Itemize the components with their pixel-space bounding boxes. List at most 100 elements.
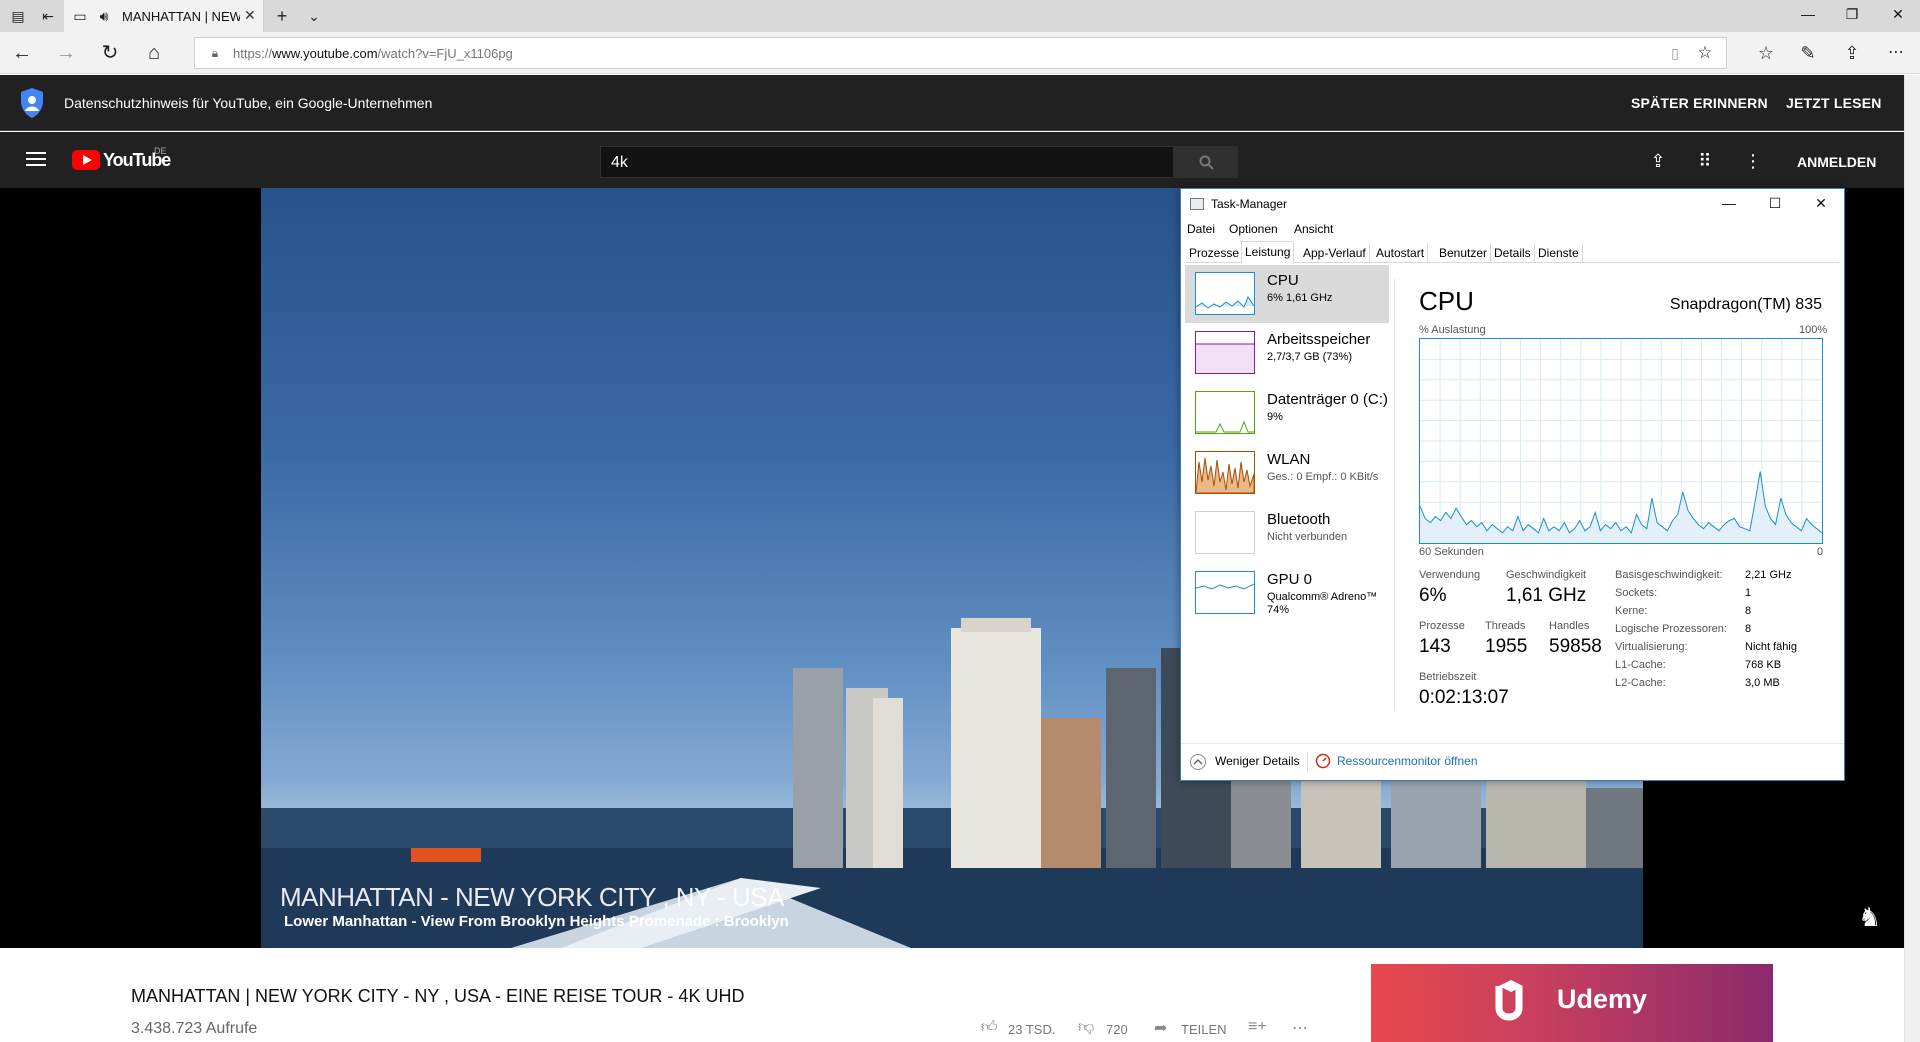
tab-prozesse[interactable]: Prozesse [1186, 243, 1244, 263]
video-overlay-subtitle: Lower Manhattan - View From Brooklyn Hei… [284, 913, 789, 930]
threads-label: Threads [1485, 620, 1526, 632]
resource-name: Arbeitsspeicher [1267, 331, 1371, 348]
upload-icon[interactable]: ⇪ [1647, 150, 1669, 172]
tm-maximize-icon[interactable]: ☐ [1763, 193, 1787, 213]
resource-monitor-link[interactable]: Ressourcenmonitor öffnen [1337, 754, 1478, 768]
cpu-history-svg [1419, 339, 1823, 543]
favorite-star-icon[interactable]: ☆ [1695, 43, 1715, 63]
resource-sub: 2,7/3,7 GB (73%) [1267, 351, 1352, 363]
resource-sub: 6% 1,61 GHz [1267, 292, 1333, 304]
close-tab-icon[interactable]: ✕ [244, 7, 256, 24]
new-tab-icon[interactable]: + [272, 6, 292, 26]
menu-icon[interactable] [26, 152, 46, 166]
minimize-icon[interactable]: — [1794, 6, 1822, 26]
resource-memory[interactable]: Arbeitsspeicher 2,7/3,7 GB (73%) [1185, 324, 1389, 382]
audio-playing-icon[interactable]: 🔊︎ [94, 6, 114, 26]
less-details-button[interactable]: Weniger Details [1215, 754, 1299, 768]
read-now-button[interactable]: JETZT LESEN [1786, 95, 1882, 111]
cpu-thumbnail [1195, 272, 1255, 315]
back-icon[interactable]: ← [10, 41, 34, 65]
resource-wlan[interactable]: WLAN Ges.: 0 Empf.: 0 KBit/s [1185, 444, 1389, 502]
tm-minimize-icon[interactable]: — [1717, 193, 1741, 213]
resource-name: GPU 0 [1267, 571, 1313, 588]
search-button[interactable] [1174, 146, 1238, 178]
handles-value: 59858 [1549, 636, 1602, 657]
chevron-up-circle-icon[interactable] [1189, 753, 1207, 771]
max-label: 100% [1799, 324, 1828, 336]
resource-disk[interactable]: Datenträger 0 (C:) 9% [1185, 384, 1389, 442]
tab-manager-icon[interactable]: ▤ [8, 6, 28, 26]
page-scrollbar[interactable] [1904, 75, 1920, 1042]
like-icon[interactable]: 👍︎ [981, 1018, 998, 1037]
channel-watermark-icon[interactable]: ♞ [1858, 902, 1881, 933]
search-value: 4k [611, 154, 628, 171]
tab-leistung[interactable]: Leistung [1241, 241, 1295, 264]
more-icon[interactable]: ⋯ [1884, 41, 1908, 65]
tab-details[interactable]: Details [1491, 243, 1535, 263]
resource-monitor-icon [1315, 753, 1331, 769]
menu-optionen[interactable]: Optionen [1229, 222, 1278, 236]
privacy-banner-text: Datenschutzhinweis für YouTube, ein Goog… [64, 95, 433, 111]
reading-view-icon[interactable]: ▯ [1665, 43, 1685, 63]
settings-dots-icon[interactable]: ⋮ [1742, 150, 1764, 172]
tm-footer: Weniger Details Ressourcenmonitor öffnen [1181, 743, 1844, 781]
dislike-icon[interactable]: 👎︎ [1078, 1018, 1094, 1037]
dislike-count[interactable]: 720 [1106, 1022, 1128, 1037]
signin-button[interactable]: ANMELDEN [1797, 154, 1876, 170]
share-icon[interactable]: ⇪ [1840, 41, 1864, 65]
browser-tabbar: ▤ ⇤ ▭ 🔊︎ MANHATTAN | NEW YORK CITY ✕ + ⌄… [0, 0, 1920, 32]
uptime-label: Betriebszeit [1419, 671, 1477, 683]
close-window-icon[interactable]: ✕ [1884, 6, 1912, 26]
share-arrow-icon[interactable]: ➦ [1154, 1018, 1167, 1038]
favorites-hub-icon[interactable]: ☆ [1754, 41, 1778, 65]
browser-tab[interactable]: ▭ 🔊︎ MANHATTAN | NEW YORK CITY ✕ [64, 0, 264, 32]
resource-sub: 9% [1267, 411, 1283, 423]
usage-label: Verwendung [1419, 569, 1481, 581]
set-aside-tabs-icon[interactable]: ⇤ [38, 6, 58, 26]
spec-value: 1 [1745, 587, 1752, 599]
resource-bluetooth[interactable]: Bluetooth Nicht verbunden [1185, 504, 1389, 562]
tab-app-verlauf[interactable]: App-Verlauf [1300, 243, 1370, 263]
udemy-ad[interactable]: Udemy [1371, 964, 1773, 1042]
task-manager-app-icon [1190, 198, 1204, 210]
like-count[interactable]: 23 TSD. [1008, 1022, 1055, 1037]
spec-key: Logische Prozessoren: [1615, 623, 1727, 635]
menu-ansicht[interactable]: Ansicht [1294, 222, 1333, 236]
apps-grid-icon[interactable]: ⠿ [1694, 150, 1716, 172]
home-icon[interactable]: ⌂ [142, 41, 166, 65]
tab-preview-chevron-icon[interactable]: ⌄ [304, 6, 324, 26]
more-actions-icon[interactable]: ⋯ [1292, 1018, 1308, 1038]
search-input[interactable]: 4k [600, 146, 1174, 178]
tab-title: MANHATTAN | NEW YORK CITY [122, 9, 240, 24]
disk-thumbnail [1195, 391, 1255, 434]
address-bar[interactable]: 🔒︎ https://www.youtube.com/watch?v=FjU_x… [194, 37, 1727, 69]
page-icon: ▭ [73, 8, 87, 24]
menu-datei[interactable]: Datei [1187, 222, 1215, 236]
restore-icon[interactable]: ❐ [1838, 6, 1866, 26]
spec-value: 3,0 MB [1745, 677, 1780, 689]
video-overlay-title: MANHATTAN - NEW YORK CITY , NY - USA [280, 882, 784, 912]
notes-pen-icon[interactable]: ✎ [1796, 41, 1820, 65]
tm-close-icon[interactable]: ✕ [1809, 193, 1833, 213]
resource-cpu[interactable]: CPU 6% 1,61 GHz [1185, 265, 1389, 323]
lock-icon: 🔒︎ [211, 46, 219, 60]
tab-benutzer[interactable]: Benutzer [1436, 243, 1492, 263]
refresh-icon[interactable]: ↻ [98, 41, 122, 65]
tab-autostart[interactable]: Autostart [1373, 243, 1429, 263]
detail-heading: CPU [1419, 286, 1474, 316]
wlan-thumbnail [1195, 451, 1255, 494]
cpu-history-graph [1419, 338, 1823, 544]
add-to-playlist-icon[interactable]: ≡+ [1248, 1018, 1267, 1036]
task-manager-window[interactable]: Task-Manager — ☐ ✕ Datei Optionen Ansich… [1180, 188, 1845, 781]
processor-name: Snapdragon(TM) 835 [1669, 296, 1822, 313]
remind-later-button[interactable]: SPÄTER ERINNERN [1631, 95, 1768, 111]
forward-icon[interactable]: → [54, 41, 78, 65]
shield-icon [21, 88, 43, 118]
tab-dienste[interactable]: Dienste [1535, 243, 1583, 263]
spec-key: Kerne: [1615, 605, 1648, 617]
resource-gpu[interactable]: GPU 0 Qualcomm® Adreno™ 74% [1185, 564, 1389, 622]
browser-navbar: ← → ↻ ⌂ 🔒︎ https://www.youtube.com/watch… [0, 32, 1920, 74]
resource-name: Bluetooth [1267, 511, 1331, 528]
share-button[interactable]: TEILEN [1181, 1022, 1227, 1037]
udemy-logo-icon [1495, 980, 1523, 1021]
